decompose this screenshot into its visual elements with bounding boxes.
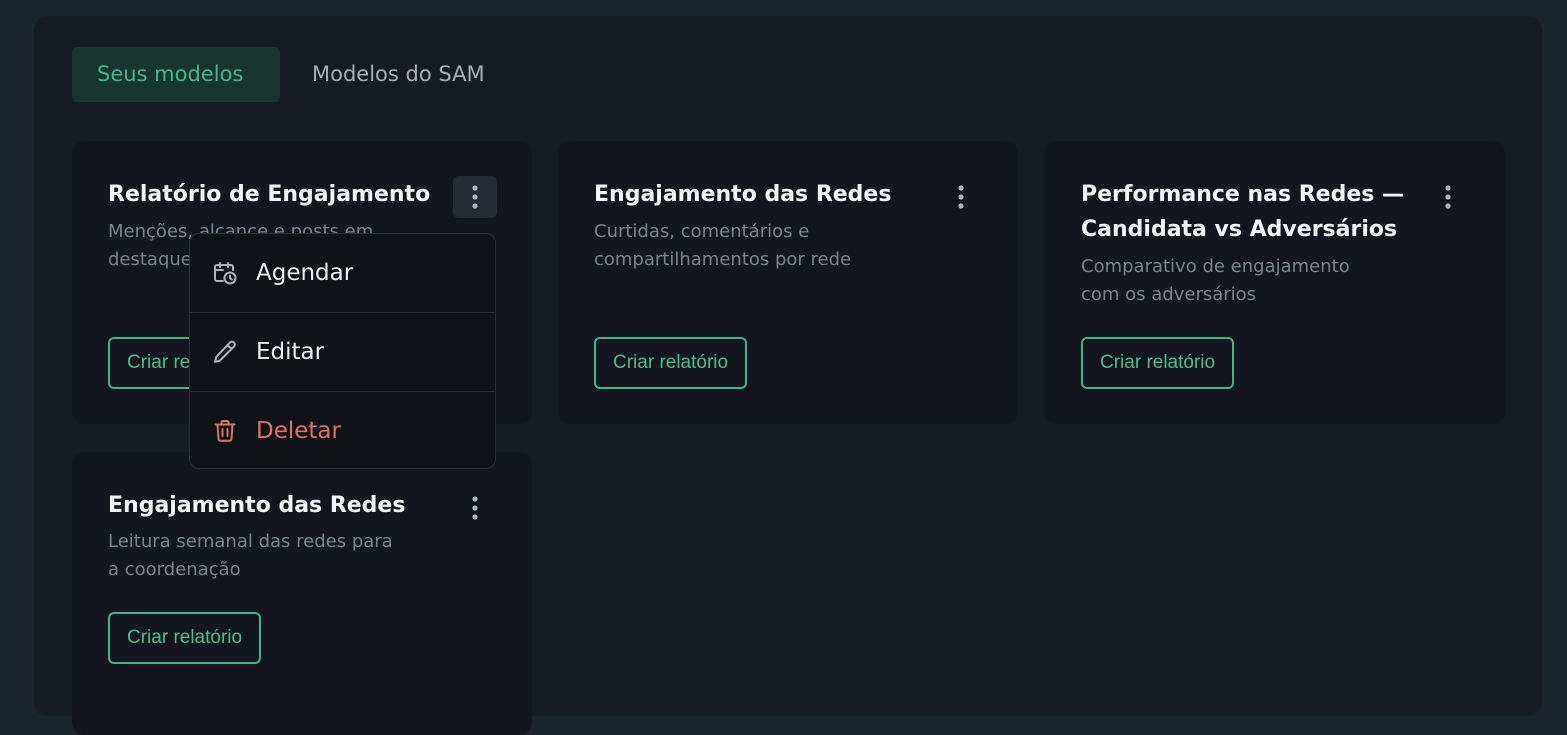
create-report-button[interactable]: Criar relatório	[1081, 337, 1235, 389]
card-title: Engajamento das Redes	[108, 493, 406, 518]
template-card: Engajamento das Redes Curtidas, comentár…	[558, 141, 1018, 424]
menu-item-label: Editar	[256, 339, 325, 365]
template-card: Engajamento das Redes Leitura semanal da…	[72, 452, 532, 735]
trash-icon	[212, 418, 238, 444]
card-title: Engajamento das Redes	[594, 182, 892, 207]
menu-item-agendar[interactable]: Agendar	[190, 234, 495, 312]
menu-item-editar[interactable]: Editar	[190, 313, 495, 391]
card-title: Performance nas Redes — Candidata vs Adve…	[1081, 182, 1405, 242]
template-card: Performance nas Redes — Candidata vs Adve…	[1045, 141, 1505, 424]
menu-item-label: Agendar	[256, 260, 354, 286]
more-options-button[interactable]	[1426, 176, 1470, 218]
card-title: Relatório de Engajamento	[108, 182, 431, 207]
more-options-button[interactable]	[939, 176, 983, 218]
kebab-icon	[472, 185, 478, 209]
menu-item-deletar[interactable]: Deletar	[190, 392, 495, 468]
pencil-icon	[212, 339, 238, 365]
kebab-icon	[472, 496, 478, 520]
card-description: Leitura semanal das redes para a coordena…	[108, 531, 393, 580]
create-report-button[interactable]: Criar relatório	[594, 337, 748, 389]
more-options-button[interactable]	[453, 176, 497, 218]
card-description: Comparativo de engajamento com os adversá…	[1081, 256, 1350, 305]
more-options-button[interactable]	[453, 487, 497, 529]
calendar-clock-icon	[212, 260, 238, 286]
card-context-menu: Agendar Editar Deletar	[189, 233, 496, 469]
tab-modelos-do-sam[interactable]: Modelos do SAM	[287, 47, 510, 102]
tab-seus-modelos[interactable]: Seus modelos	[72, 47, 280, 102]
kebab-icon	[958, 185, 964, 209]
create-report-button[interactable]: Criar relatório	[108, 612, 262, 664]
card-description: Curtidas, comentários e compartilhamentos…	[594, 221, 852, 270]
menu-item-label: Deletar	[256, 418, 341, 444]
kebab-icon	[1445, 185, 1451, 209]
